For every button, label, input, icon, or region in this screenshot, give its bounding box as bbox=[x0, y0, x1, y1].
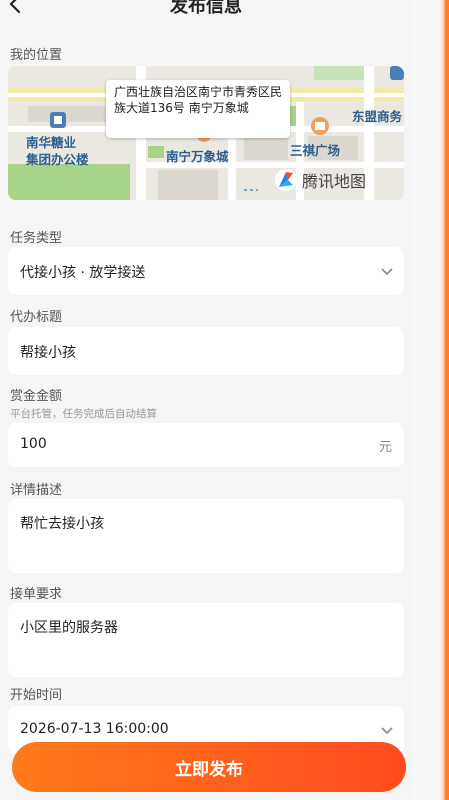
map-poi-left: 南华糖业 集团办公楼 bbox=[26, 135, 89, 167]
tencent-map-logo-icon bbox=[275, 169, 297, 191]
address-callout: 广西壮族自治区南宁市青秀区民族大道136号 南宁万象城 bbox=[106, 80, 290, 138]
map-poi-top-right: 东盟商务 bbox=[352, 109, 403, 124]
chevron-down-icon bbox=[381, 268, 393, 276]
description-textarea[interactable]: 帮忙去接小孩 bbox=[8, 499, 404, 573]
reward-label: 赏金金额 bbox=[10, 389, 63, 404]
description-label: 详情描述 bbox=[10, 483, 63, 498]
requirements-value: 小区里的服务器 bbox=[20, 620, 118, 636]
header: 发布信息 bbox=[0, 0, 412, 22]
task-title-input[interactable]: 帮接小孩 bbox=[8, 327, 404, 375]
requirements-textarea[interactable]: 小区里的服务器 bbox=[8, 603, 404, 677]
reward-value: 100 bbox=[20, 436, 47, 452]
map-poi-right: 三祺广场 bbox=[290, 143, 341, 158]
task-title-value: 帮接小孩 bbox=[20, 345, 76, 361]
page-title: 发布信息 bbox=[170, 0, 242, 17]
map-brand: 腾讯地图 bbox=[274, 168, 366, 192]
map-brand-text: 腾讯地图 bbox=[302, 172, 367, 191]
requirements-label: 接单要求 bbox=[10, 587, 63, 602]
location-label: 我的位置 bbox=[10, 48, 63, 63]
description-value: 帮忙去接小孩 bbox=[20, 516, 104, 532]
task-type-value: 代接小孩 · 放学接送 bbox=[20, 265, 146, 281]
publish-button[interactable]: 立即发布 bbox=[12, 742, 406, 792]
chevron-down-icon bbox=[381, 727, 393, 735]
task-type-select[interactable]: 代接小孩 · 放学接送 bbox=[8, 247, 404, 295]
right-edge-accent bbox=[412, 0, 449, 800]
reward-input[interactable]: 100 元 bbox=[8, 423, 404, 467]
reward-unit: 元 bbox=[378, 440, 392, 455]
task-type-label: 任务类型 bbox=[10, 231, 63, 246]
task-title-label: 代办标题 bbox=[10, 310, 63, 325]
start-time-label: 开始时间 bbox=[10, 688, 63, 703]
map-poi-center: 南宁万象城 bbox=[166, 149, 229, 164]
start-time-value: 2026-07-13 16:00:00 bbox=[20, 721, 169, 737]
reward-hint: 平台托管，任务完成后自动结算 bbox=[10, 408, 157, 420]
